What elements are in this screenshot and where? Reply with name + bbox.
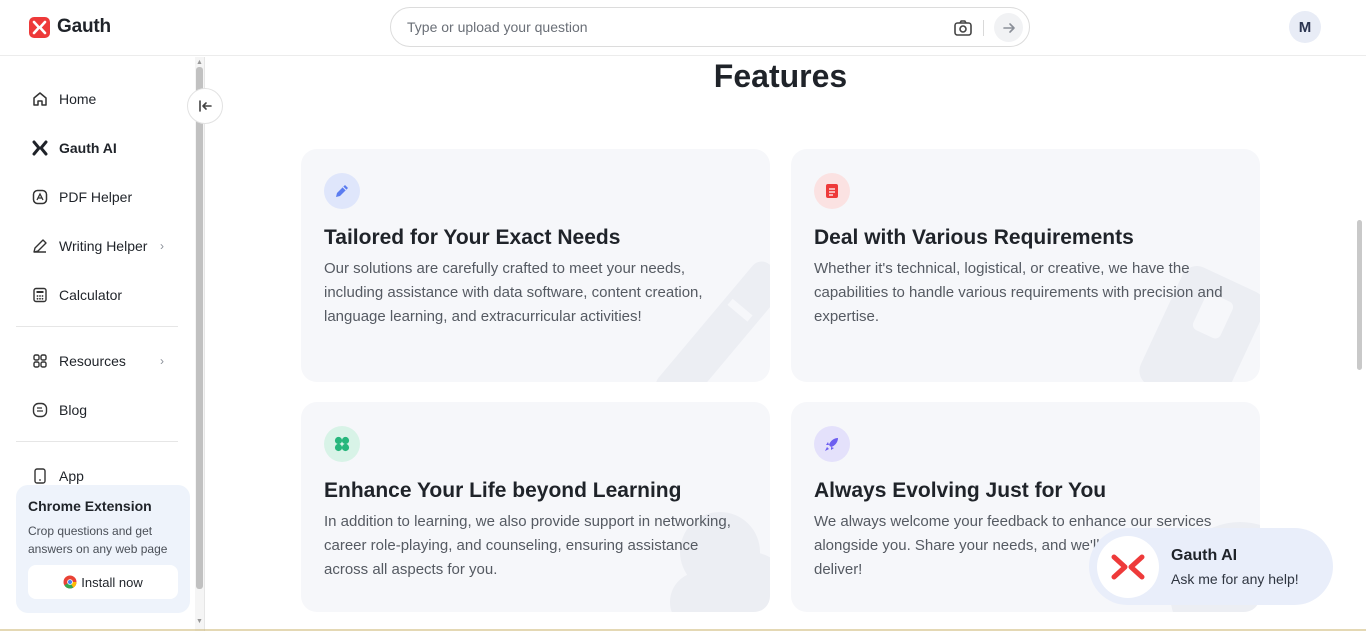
feature-description: Whether it's technical, logistical, or c… [814,260,1223,325]
camera-icon[interactable] [952,17,974,39]
sidebar-scrollbar-thumb[interactable] [196,67,203,589]
feature-card: Enhance Your Life beyond Learning In add… [301,402,770,612]
sidebar-item-label: Writing Helper [59,238,148,254]
sidebar-item-blog[interactable]: Blog [16,391,178,429]
sidebar-item-label: Blog [59,402,88,418]
phone-icon [34,468,46,484]
install-now-label: Install now [81,574,143,590]
chat-widget-subtitle: Ask me for any help! [1171,571,1299,587]
scroll-up-icon[interactable]: ▲ [196,59,203,66]
feature-title: Deal with Various Requirements [814,226,1134,249]
feature-title: Tailored for Your Exact Needs [324,226,621,249]
sidebar-item-label: Gauth AI [59,140,117,156]
search-divider [983,20,984,36]
sidebar-item-writing-helper[interactable]: Writing Helper › [16,227,178,265]
sidebar-item-label: Resources [59,353,126,369]
user-avatar[interactable]: M [1289,11,1321,43]
chevron-right-icon: › [160,354,164,368]
page-scrollbar-thumb[interactable] [1357,220,1362,370]
sidebar-item-label: Home [59,91,97,107]
sidebar: Home Gauth AI PDF Helper Writing Helper … [0,57,205,631]
feature-description: Our solutions are carefully crafted to m… [324,260,703,325]
sidebar-item-label: PDF Helper [59,189,133,205]
chrome-extension-card: Chrome Extension Crop questions and get … [16,485,190,613]
gauth-ai-chat-widget[interactable]: Gauth AI Ask me for any help! [1089,528,1333,605]
search-bar[interactable]: Type or upload your question [390,7,1030,47]
blog-icon [32,402,48,418]
collapse-left-icon [199,100,212,112]
sidebar-item-gauth-ai[interactable]: Gauth AI [16,129,178,167]
sidebar-item-pdf-helper[interactable]: PDF Helper [16,178,178,216]
sidebar-item-resources[interactable]: Resources › [16,342,178,380]
document-icon [814,173,850,209]
gauth-ai-icon [32,140,48,156]
sidebar-item-label: Calculator [59,287,123,303]
feature-card: Deal with Various Requirements Whether i… [791,149,1260,382]
scroll-down-icon[interactable]: ▼ [196,618,203,625]
install-now-button[interactable]: Install now [28,565,178,599]
rocket-icon [814,426,850,462]
sidebar-item-home[interactable]: Home [16,80,178,118]
chat-widget-title: Gauth AI [1171,547,1238,564]
gauth-logo-icon [29,16,50,38]
search-input[interactable]: Type or upload your question [407,19,588,35]
pdf-icon [32,189,48,205]
chrome-extension-description: Crop questions and get answers on any we… [28,524,168,556]
sidebar-divider [16,441,178,442]
grid-icon [33,354,47,368]
home-icon [33,92,47,106]
section-title: Features [713,58,848,94]
submit-button[interactable] [994,13,1023,42]
chrome-icon [63,575,77,589]
chevron-right-icon: › [160,239,164,253]
calculator-icon [33,287,47,303]
clover-icon [324,426,360,462]
brand-logo[interactable]: Gauth [29,16,111,38]
top-bar: Gauth Type or upload your question M [0,0,1366,56]
feature-title: Always Evolving Just for You [814,479,1107,502]
pen-icon [33,239,47,253]
feature-title: Enhance Your Life beyond Learning [324,479,682,502]
collapse-sidebar-button[interactable] [187,88,223,124]
feature-card: Tailored for Your Exact Needs Our soluti… [301,149,770,382]
gauth-ai-logo-icon [1097,536,1159,598]
brand-name: Gauth [57,16,111,37]
sidebar-divider [16,326,178,327]
arrow-right-icon [1002,22,1015,33]
chrome-extension-title: Chrome Extension [28,498,152,514]
feature-description: In addition to learning, we also provide… [324,513,731,578]
sidebar-item-calculator[interactable]: Calculator [16,276,178,314]
sidebar-item-label: App [59,468,84,484]
pencil-icon [324,173,360,209]
